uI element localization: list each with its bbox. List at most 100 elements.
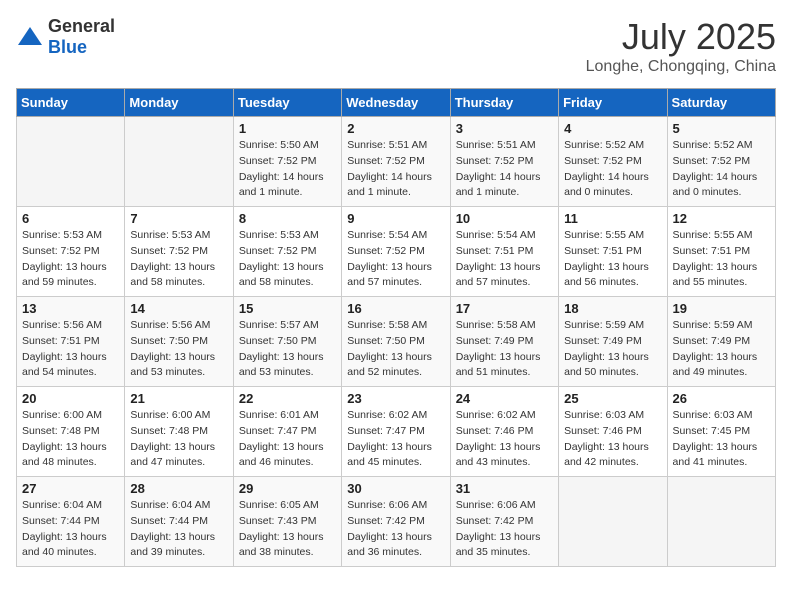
day-info: Sunrise: 6:03 AM Sunset: 7:45 PM Dayligh… [673,408,770,471]
day-number: 18 [564,301,661,316]
calendar-cell [125,117,233,207]
calendar-cell: 9Sunrise: 5:54 AM Sunset: 7:52 PM Daylig… [342,207,450,297]
weekday-header: Wednesday [342,89,450,117]
day-number: 16 [347,301,444,316]
day-info: Sunrise: 5:55 AM Sunset: 7:51 PM Dayligh… [564,228,661,291]
day-info: Sunrise: 5:55 AM Sunset: 7:51 PM Dayligh… [673,228,770,291]
calendar-cell: 3 Sunrise: 5:51 AM Sunset: 7:52 PM Daylig… [450,117,558,207]
month-title: July 2025 [586,16,776,58]
calendar-cell: 25Sunrise: 6:03 AM Sunset: 7:46 PM Dayli… [559,387,667,477]
day-info: Sunrise: 6:02 AM Sunset: 7:47 PM Dayligh… [347,408,444,471]
day-info: Sunrise: 5:59 AM Sunset: 7:49 PM Dayligh… [673,318,770,381]
calendar-cell: 15Sunrise: 5:57 AM Sunset: 7:50 PM Dayli… [233,297,341,387]
calendar-cell: 16 Sunrise: 5:58 AM Sunset: 7:50 PM Dayli… [342,297,450,387]
day-number: 5 [673,121,770,136]
day-info: Sunrise: 6:06 AM Sunset: 7:42 PM Dayligh… [347,498,444,561]
day-number: 9 [347,211,444,226]
day-info: Sunrise: 6:02 AM Sunset: 7:46 PM Dayligh… [456,408,553,471]
weekday-header: Monday [125,89,233,117]
day-number: 8 [239,211,336,226]
weekday-header: Sunday [17,89,125,117]
day-number: 3 [456,121,553,136]
day-info: Sunrise: 5:53 AM Sunset: 7:52 PM Dayligh… [239,228,336,291]
day-number: 23 [347,391,444,406]
calendar-cell: 19 Sunrise: 5:59 AM Sunset: 7:49 PM Dayli… [667,297,775,387]
day-info: Sunrise: 6:00 AM Sunset: 7:48 PM Dayligh… [22,408,119,471]
day-info: Sunrise: 5:52 AM Sunset: 7:52 PM Dayligh… [673,138,770,201]
day-info: Sunrise: 5:57 AM Sunset: 7:50 PM Dayligh… [239,318,336,381]
logo: General Blue [16,16,115,58]
calendar-cell [17,117,125,207]
day-number: 11 [564,211,661,226]
calendar-cell: 24 Sunrise: 6:02 AM Sunset: 7:46 PM Dayli… [450,387,558,477]
calendar-cell: 18 Sunrise: 5:59 AM Sunset: 7:49 PM Dayli… [559,297,667,387]
weekday-header: Thursday [450,89,558,117]
day-number: 14 [130,301,227,316]
logo-text: General Blue [48,16,115,58]
day-number: 20 [22,391,119,406]
day-number: 7 [130,211,227,226]
day-number: 17 [456,301,553,316]
day-number: 24 [456,391,553,406]
calendar-cell: 29 Sunrise: 6:05 AM Sunset: 7:43 PM Dayli… [233,477,341,567]
calendar-cell: 11 Sunrise: 5:55 AM Sunset: 7:51 PM Dayli… [559,207,667,297]
day-info: Sunrise: 5:53 AM Sunset: 7:52 PM Dayligh… [130,228,227,291]
calendar-cell: 12 Sunrise: 5:55 AM Sunset: 7:51 PM Dayli… [667,207,775,297]
day-number: 19 [673,301,770,316]
day-number: 10 [456,211,553,226]
day-number: 1 [239,121,336,136]
day-info: Sunrise: 5:56 AM Sunset: 7:51 PM Dayligh… [22,318,119,381]
calendar-cell: 8 Sunrise: 5:53 AM Sunset: 7:52 PM Daylig… [233,207,341,297]
day-info: Sunrise: 5:58 AM Sunset: 7:50 PM Dayligh… [347,318,444,381]
calendar-cell: 4Sunrise: 5:52 AM Sunset: 7:52 PM Daylig… [559,117,667,207]
calendar-cell: 31 Sunrise: 6:06 AM Sunset: 7:42 PM Dayli… [450,477,558,567]
day-info: Sunrise: 6:04 AM Sunset: 7:44 PM Dayligh… [130,498,227,561]
calendar-cell: 21Sunrise: 6:00 AM Sunset: 7:48 PM Dayli… [125,387,233,477]
day-info: Sunrise: 6:01 AM Sunset: 7:47 PM Dayligh… [239,408,336,471]
calendar-cell: 28Sunrise: 6:04 AM Sunset: 7:44 PM Dayli… [125,477,233,567]
day-info: Sunrise: 5:53 AM Sunset: 7:52 PM Dayligh… [22,228,119,291]
calendar-cell: 27 Sunrise: 6:04 AM Sunset: 7:44 PM Dayli… [17,477,125,567]
day-number: 29 [239,481,336,496]
day-info: Sunrise: 5:51 AM Sunset: 7:52 PM Dayligh… [456,138,553,201]
calendar-table: SundayMondayTuesdayWednesdayThursdayFrid… [16,88,776,567]
logo-blue: Blue [48,37,87,57]
calendar-cell: 13 Sunrise: 5:56 AM Sunset: 7:51 PM Dayli… [17,297,125,387]
day-info: Sunrise: 5:50 AM Sunset: 7:52 PM Dayligh… [239,138,336,201]
day-info: Sunrise: 5:51 AM Sunset: 7:52 PM Dayligh… [347,138,444,201]
day-info: Sunrise: 6:05 AM Sunset: 7:43 PM Dayligh… [239,498,336,561]
calendar-cell [667,477,775,567]
calendar-cell: 23 Sunrise: 6:02 AM Sunset: 7:47 PM Dayli… [342,387,450,477]
day-info: Sunrise: 5:59 AM Sunset: 7:49 PM Dayligh… [564,318,661,381]
calendar-cell [559,477,667,567]
calendar-cell: 10Sunrise: 5:54 AM Sunset: 7:51 PM Dayli… [450,207,558,297]
day-number: 27 [22,481,119,496]
calendar-cell: 22 Sunrise: 6:01 AM Sunset: 7:47 PM Dayli… [233,387,341,477]
day-info: Sunrise: 5:56 AM Sunset: 7:50 PM Dayligh… [130,318,227,381]
calendar-cell: 1 Sunrise: 5:50 AM Sunset: 7:52 PM Daylig… [233,117,341,207]
weekday-header: Saturday [667,89,775,117]
page-header: General Blue July 2025 Longhe, Chongqing… [16,16,776,76]
day-number: 31 [456,481,553,496]
day-number: 2 [347,121,444,136]
calendar-cell: 6 Sunrise: 5:53 AM Sunset: 7:52 PM Daylig… [17,207,125,297]
logo-general: General [48,16,115,36]
day-number: 13 [22,301,119,316]
day-number: 26 [673,391,770,406]
day-info: Sunrise: 6:06 AM Sunset: 7:42 PM Dayligh… [456,498,553,561]
day-number: 12 [673,211,770,226]
day-number: 22 [239,391,336,406]
calendar-cell: 5 Sunrise: 5:52 AM Sunset: 7:52 PM Daylig… [667,117,775,207]
day-info: Sunrise: 5:58 AM Sunset: 7:49 PM Dayligh… [456,318,553,381]
day-info: Sunrise: 6:04 AM Sunset: 7:44 PM Dayligh… [22,498,119,561]
day-number: 6 [22,211,119,226]
day-number: 4 [564,121,661,136]
calendar-cell: 17 Sunrise: 5:58 AM Sunset: 7:49 PM Dayli… [450,297,558,387]
day-info: Sunrise: 6:03 AM Sunset: 7:46 PM Dayligh… [564,408,661,471]
logo-icon [16,25,44,49]
calendar-cell: 26 Sunrise: 6:03 AM Sunset: 7:45 PM Dayli… [667,387,775,477]
calendar-cell: 30Sunrise: 6:06 AM Sunset: 7:42 PM Dayli… [342,477,450,567]
location: Longhe, Chongqing, China [586,58,776,76]
weekday-header: Friday [559,89,667,117]
calendar-cell: 7 Sunrise: 5:53 AM Sunset: 7:52 PM Daylig… [125,207,233,297]
